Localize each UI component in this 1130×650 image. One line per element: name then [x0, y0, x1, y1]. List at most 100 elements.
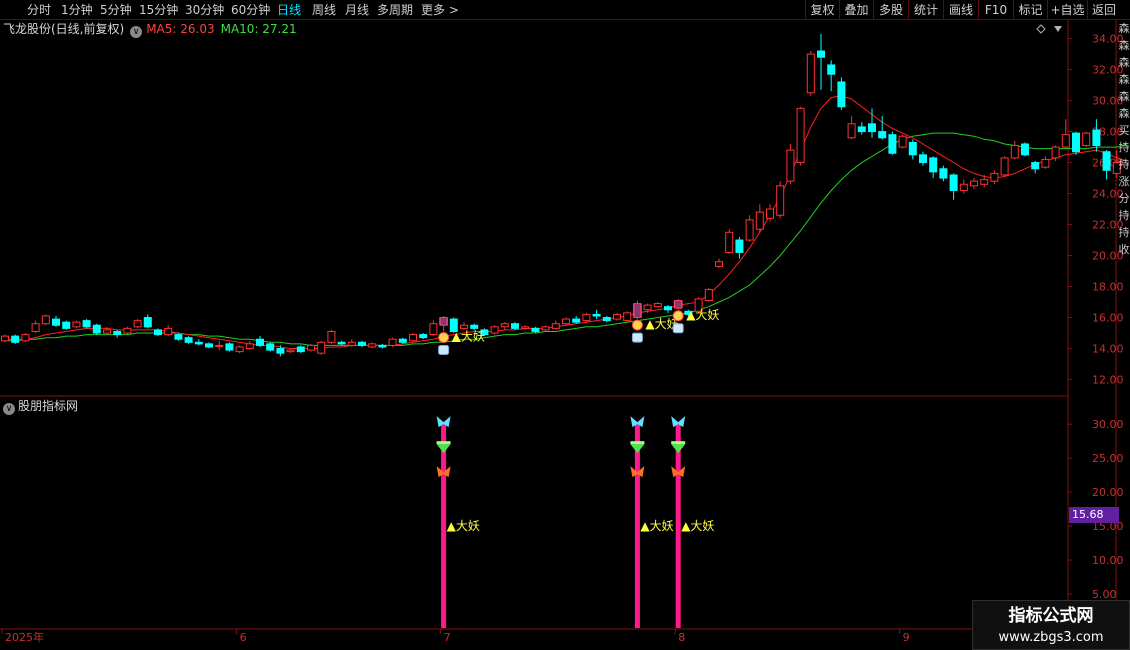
candle-body[interactable]: [245, 343, 254, 350]
candle-body[interactable]: [256, 338, 264, 346]
candle-body[interactable]: [113, 330, 122, 336]
candle-body[interactable]: [959, 183, 968, 191]
candle-body[interactable]: [664, 306, 672, 311]
candle-body[interactable]: [62, 321, 71, 329]
candle-body[interactable]: [419, 334, 428, 339]
candle-body[interactable]: [857, 126, 866, 133]
candle-body[interactable]: [1051, 146, 1060, 159]
candle-body[interactable]: [888, 134, 897, 154]
candle-body[interactable]: [551, 323, 560, 329]
candle-body[interactable]: [154, 329, 162, 336]
candle-body[interactable]: [317, 341, 326, 354]
candle-body[interactable]: [82, 320, 91, 328]
candle-body[interactable]: [133, 320, 142, 328]
candle-body[interactable]: [970, 180, 978, 187]
candle-body[interactable]: [266, 343, 275, 351]
candle-body[interactable]: [205, 343, 213, 348]
candle-body[interactable]: [990, 172, 999, 182]
candle-body[interactable]: [725, 231, 734, 253]
candle-body[interactable]: [347, 341, 356, 346]
collapse-triangle-icon[interactable]: [1054, 26, 1062, 32]
candle-body[interactable]: [276, 348, 285, 354]
candle-body[interactable]: [286, 349, 295, 353]
candle-body[interactable]: [531, 327, 540, 332]
candle-body[interactable]: [643, 304, 652, 311]
candle-body[interactable]: [31, 323, 40, 332]
candle-body[interactable]: [92, 324, 101, 334]
candle-body[interactable]: [602, 317, 611, 322]
signal-bar[interactable]: [675, 424, 681, 628]
candle-body[interactable]: [103, 329, 111, 334]
candle-body[interactable]: [919, 154, 927, 164]
candle-body[interactable]: [215, 344, 224, 347]
candle-body[interactable]: [1082, 132, 1091, 147]
signal-bar[interactable]: [441, 424, 447, 628]
candle-body[interactable]: [908, 141, 917, 156]
candle-body[interactable]: [194, 341, 203, 345]
candle-body[interactable]: [11, 335, 20, 343]
candle-body[interactable]: [582, 313, 591, 322]
candle-body[interactable]: [929, 157, 938, 173]
candle-body[interactable]: [41, 315, 50, 325]
candle-body[interactable]: [460, 324, 468, 329]
candle-body[interactable]: [745, 219, 754, 241]
candle-body[interactable]: [307, 344, 315, 351]
candle-body[interactable]: [827, 64, 836, 75]
candle-body[interactable]: [1021, 143, 1029, 156]
candle-body[interactable]: [184, 337, 193, 343]
candle-body[interactable]: [174, 334, 183, 340]
candle-body[interactable]: [368, 343, 377, 348]
candle-body[interactable]: [1031, 162, 1040, 170]
diamond-icon[interactable]: [1036, 24, 1046, 34]
candle-body[interactable]: [490, 326, 499, 334]
candle-body[interactable]: [398, 338, 407, 343]
candle-body[interactable]: [521, 326, 530, 329]
candle-body[interactable]: [541, 326, 550, 331]
candle-body[interactable]: [613, 313, 621, 320]
chart-canvas[interactable]: 34.0032.0030.0028.0026.0024.0022.0020.00…: [0, 0, 1130, 650]
candle-body[interactable]: [358, 341, 366, 346]
candle-body[interactable]: [786, 149, 795, 182]
candle-body[interactable]: [878, 131, 887, 139]
candle-body[interactable]: [337, 341, 346, 345]
candle-body[interactable]: [572, 318, 581, 323]
candle-body[interactable]: [623, 312, 632, 322]
candle-body[interactable]: [949, 174, 958, 191]
candle-body[interactable]: [1, 335, 9, 342]
candle-body[interactable]: [1092, 129, 1101, 147]
candle-body[interactable]: [715, 261, 723, 267]
candle-body[interactable]: [847, 123, 856, 139]
candle-body[interactable]: [776, 185, 785, 216]
candle-body[interactable]: [766, 208, 774, 219]
candle-body[interactable]: [1102, 151, 1111, 171]
candle-body[interactable]: [653, 303, 662, 308]
candle-body[interactable]: [562, 318, 570, 325]
candle-body[interactable]: [806, 53, 815, 94]
candle-body[interactable]: [429, 323, 438, 336]
candle-body[interactable]: [735, 239, 744, 253]
candle-body[interactable]: [868, 123, 876, 133]
candle-body[interactable]: [378, 344, 387, 348]
candle-body[interactable]: [511, 323, 519, 329]
candle-body[interactable]: [980, 179, 989, 185]
candle-body[interactable]: [1072, 132, 1080, 153]
candle-body[interactable]: [1000, 157, 1009, 176]
candle-body[interactable]: [164, 327, 173, 336]
candle-body[interactable]: [1041, 158, 1050, 168]
candle-body[interactable]: [1061, 134, 1070, 148]
candle-body[interactable]: [52, 318, 60, 326]
candle-body[interactable]: [327, 330, 336, 343]
candle-body[interactable]: [123, 327, 132, 334]
candle-body[interactable]: [796, 107, 805, 164]
candle-body[interactable]: [817, 50, 825, 58]
candle-body[interactable]: [898, 135, 907, 148]
candle-body[interactable]: [837, 81, 846, 108]
candle-body[interactable]: [939, 168, 948, 179]
candle-body[interactable]: [72, 321, 81, 328]
candle-body[interactable]: [296, 346, 305, 353]
candle-body[interactable]: [500, 323, 509, 328]
candle-body[interactable]: [1010, 145, 1019, 159]
candle-body[interactable]: [755, 211, 764, 230]
candle-body[interactable]: [592, 313, 601, 317]
candle-body[interactable]: [388, 338, 397, 346]
